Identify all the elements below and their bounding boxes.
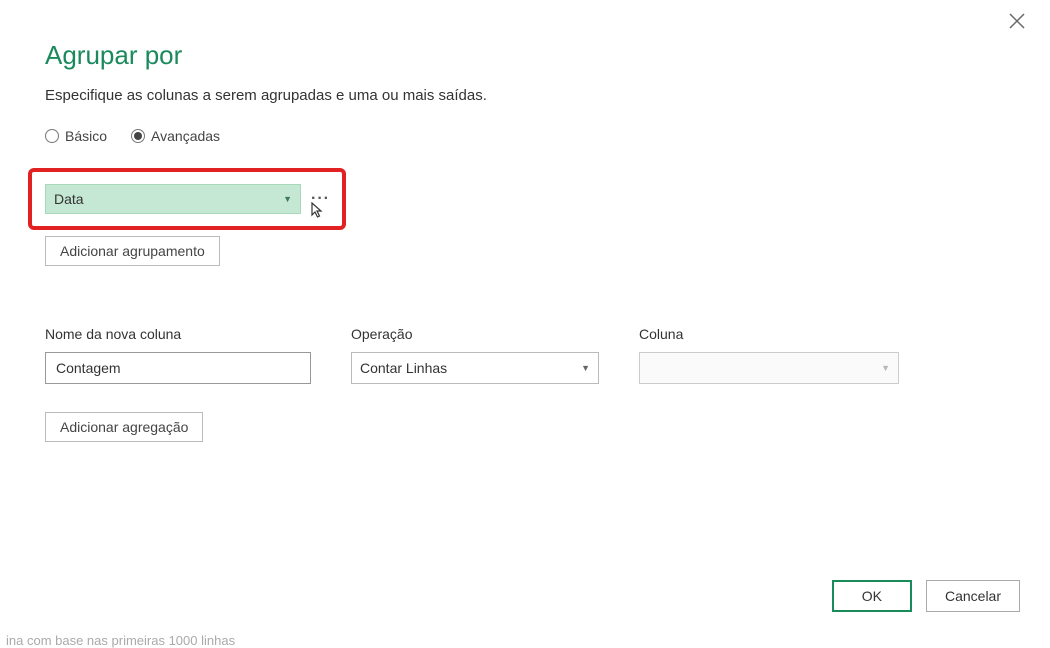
- ok-button[interactable]: OK: [832, 580, 912, 612]
- new-column-col: Nome da nova coluna: [45, 326, 311, 384]
- dialog-title: Agrupar por: [45, 40, 1020, 71]
- close-button[interactable]: [1008, 12, 1032, 36]
- close-icon: [1008, 12, 1026, 30]
- new-column-input[interactable]: [45, 352, 311, 384]
- chevron-down-icon: ▼: [581, 363, 590, 373]
- grouping-column-select[interactable]: Data ▼: [45, 184, 301, 214]
- aggregation-section: Nome da nova coluna Operação Contar Linh…: [45, 326, 1020, 442]
- radio-advanced-label: Avançadas: [151, 128, 220, 144]
- radio-basic-circle: [45, 129, 59, 143]
- operation-value: Contar Linhas: [360, 360, 447, 376]
- mode-radio-group: Básico Avançadas: [45, 128, 1020, 144]
- radio-advanced[interactable]: Avançadas: [131, 128, 220, 144]
- group-by-dialog: Agrupar por Especifique as colunas a ser…: [45, 40, 1020, 442]
- chevron-down-icon: ▼: [283, 194, 292, 204]
- add-grouping-button[interactable]: Adicionar agrupamento: [45, 236, 220, 266]
- cursor-icon: [311, 202, 325, 220]
- chevron-down-icon: ▼: [881, 363, 890, 373]
- truncated-background-text: ina com base nas primeiras 1000 linhas: [6, 633, 235, 648]
- operation-col: Operação Contar Linhas ▼: [351, 326, 599, 384]
- operation-label: Operação: [351, 326, 599, 342]
- cancel-button[interactable]: Cancelar: [926, 580, 1020, 612]
- column-label: Coluna: [639, 326, 899, 342]
- operation-select[interactable]: Contar Linhas ▼: [351, 352, 599, 384]
- radio-basic[interactable]: Básico: [45, 128, 107, 144]
- dialog-subtitle: Especifique as colunas a serem agrupadas…: [45, 87, 1020, 104]
- grouping-row-highlighted: Data ▼ ···: [28, 168, 346, 230]
- new-column-label: Nome da nova coluna: [45, 326, 311, 342]
- grouping-column-value: Data: [54, 191, 84, 207]
- dialog-footer: OK Cancelar: [832, 580, 1020, 612]
- add-aggregation-button[interactable]: Adicionar agregação: [45, 412, 203, 442]
- radio-advanced-circle: [131, 129, 145, 143]
- column-col: Coluna ▼: [639, 326, 899, 384]
- radio-basic-label: Básico: [65, 128, 107, 144]
- column-select[interactable]: ▼: [639, 352, 899, 384]
